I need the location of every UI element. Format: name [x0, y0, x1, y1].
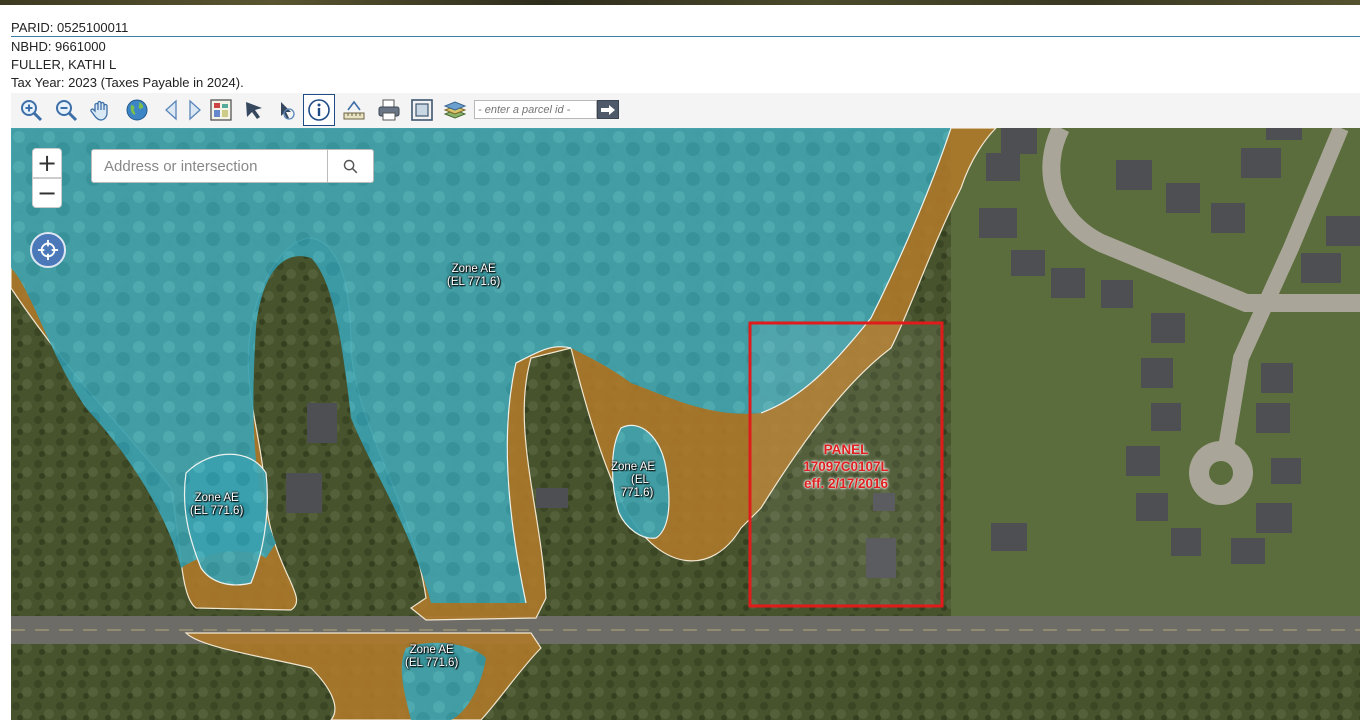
header-divider: [11, 36, 1360, 37]
crosshair-icon: [37, 239, 59, 261]
tax-year-text: Tax Year: 2023 (Taxes Payable in 2024).: [11, 75, 244, 90]
zone-label-line: (EL: [631, 474, 649, 486]
layers-icon[interactable]: [441, 96, 469, 124]
zone-label-line: Zone AE: [610, 461, 656, 473]
neighborhood-text: NBHD: 9661000: [11, 39, 106, 54]
firm-panel-label: PANEL 17097C0107L eff. 2/17/2016: [771, 441, 921, 492]
zone-label-line: (EL 771.6): [190, 505, 244, 517]
header-image-strip: [0, 0, 1360, 5]
zone-label: Zone AE (EL 771.6): [605, 461, 661, 500]
panel-label-line: 17097C0107L: [803, 459, 889, 474]
arrow-right-icon: [601, 104, 615, 115]
zone-label: Zone AE (EL 771.6): [405, 644, 458, 670]
zone-label-line: (EL 771.6): [405, 657, 459, 669]
parcel-go-button[interactable]: [597, 100, 619, 119]
forward-arrow-icon[interactable]: [180, 96, 208, 124]
identify-arrow-icon[interactable]: [271, 96, 299, 124]
zone-label-line: (EL 771.6): [447, 276, 501, 288]
zone-label-line: Zone AE: [409, 644, 454, 656]
zone-label: Zone AE (EL 771.6): [190, 492, 243, 518]
map-legend-icon[interactable]: [207, 96, 235, 124]
locate-me-button[interactable]: [30, 232, 66, 268]
zoom-out-icon[interactable]: [52, 96, 80, 124]
address-search-input[interactable]: [92, 150, 352, 182]
map-toolbar: [11, 93, 1360, 128]
zone-label-line: Zone AE: [194, 492, 239, 504]
full-extent-icon[interactable]: [408, 96, 436, 124]
pan-hand-icon[interactable]: [87, 96, 115, 124]
info-icon[interactable]: [303, 94, 335, 126]
map-canvas[interactable]: + − Zone AE (EL 771.6) Zone AE (EL 771.6…: [11, 128, 1360, 720]
zone-label-line: Zone AE: [451, 263, 496, 275]
parcel-id-text: PARID: 0525100011: [11, 20, 129, 35]
select-arrow-icon[interactable]: [240, 96, 268, 124]
zone-label: Zone AE (EL 771.6): [447, 263, 500, 289]
parcel-id-input[interactable]: [474, 100, 597, 119]
measure-icon[interactable]: [340, 96, 368, 124]
map-zoom-out-button[interactable]: −: [32, 178, 62, 208]
address-search-button[interactable]: [327, 150, 373, 182]
print-icon[interactable]: [375, 96, 403, 124]
search-icon: [343, 159, 358, 173]
globe-icon[interactable]: [123, 96, 151, 124]
zone-label-line: 771.6): [620, 487, 654, 499]
panel-label-line: eff. 2/17/2016: [803, 476, 889, 491]
panel-label-line: PANEL: [823, 442, 869, 457]
owner-name-text: FULLER, KATHI L: [11, 57, 117, 72]
address-search: [91, 149, 374, 183]
aerial-map: [11, 128, 1360, 720]
map-zoom-in-button[interactable]: +: [32, 148, 62, 178]
zoom-in-icon[interactable]: [17, 96, 45, 124]
